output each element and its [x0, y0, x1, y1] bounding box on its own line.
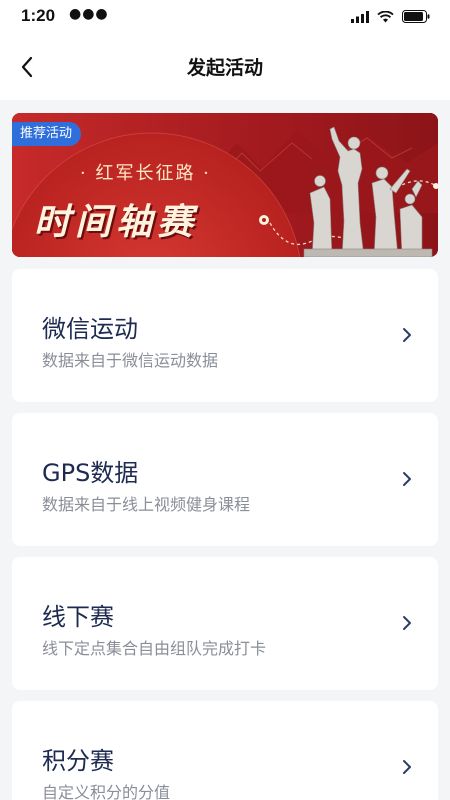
option-description: 数据来自于微信运动数据 — [42, 351, 219, 370]
signal-icon — [351, 8, 369, 27]
status-time: 1:20 — [21, 6, 56, 25]
page-title: 发起活动 — [186, 57, 263, 79]
option-title: 微信运动 — [42, 315, 138, 343]
option-description: 线下定点集合自由组队完成打卡 — [42, 639, 267, 658]
banner-title: 时间轴赛 — [34, 202, 199, 243]
nav-bar: 发起活动 — [0, 34, 450, 100]
option-card-wechat-sports[interactable]: 微信运动 数据来自于微信运动数据 — [12, 269, 438, 402]
chevron-right-icon — [403, 760, 411, 774]
chevron-right-icon — [403, 328, 411, 342]
option-description: 数据来自于线上视频健身课程 — [42, 495, 251, 514]
option-title: GPS数据 — [42, 459, 139, 487]
option-card-offline-race[interactable]: 线下赛 线下定点集合自由组队完成打卡 — [12, 557, 438, 690]
status-icons — [351, 9, 430, 25]
wifi-icon — [377, 8, 394, 27]
banner-subtitle: · 红军长征路 · — [80, 163, 211, 184]
chevron-right-icon — [403, 616, 411, 630]
featured-activity-banner[interactable]: 推荐活动 · 红军长征路 · 时间轴赛 — [12, 113, 438, 257]
option-title: 积分赛 — [42, 747, 114, 775]
status-dots: ●●● — [69, 6, 109, 22]
recommended-tag: 推荐活动 — [12, 122, 82, 146]
option-card-points-race[interactable]: 积分赛 自定义积分的分值 — [12, 701, 438, 800]
option-card-gps-data[interactable]: GPS数据 数据来自于线上视频健身课程 — [12, 413, 438, 546]
option-title: 线下赛 — [42, 603, 114, 631]
status-bar: 1:20 ●●● — [0, 0, 450, 34]
battery-icon — [402, 8, 430, 27]
option-description: 自定义积分的分值 — [42, 783, 171, 800]
chevron-right-icon — [403, 472, 411, 486]
